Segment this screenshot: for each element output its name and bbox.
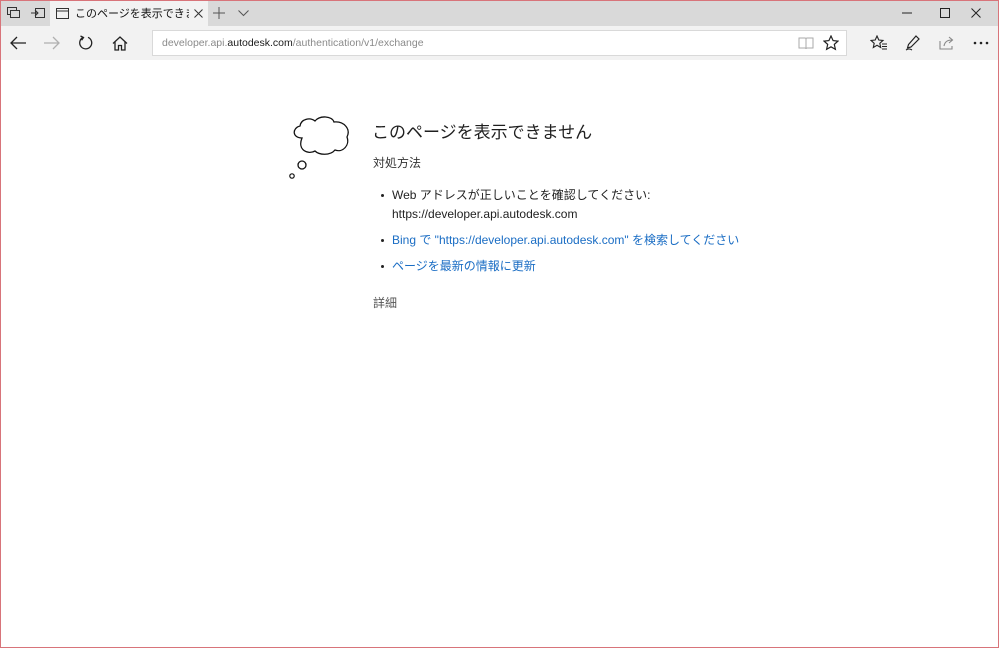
share-icon[interactable] [930, 26, 964, 60]
error-title: このページを表示できません [372, 123, 593, 142]
refresh-icon[interactable] [69, 26, 103, 60]
details-link[interactable]: 詳細 [373, 294, 397, 311]
forward-icon[interactable] [35, 26, 69, 60]
tab-list-icon[interactable] [230, 0, 256, 26]
url-text: developer.api.autodesk.com/authenticatio… [162, 37, 424, 49]
refresh-page-link[interactable]: ページを最新の情報に更新 [380, 258, 840, 275]
reading-view-icon[interactable] [793, 31, 819, 55]
tab-preview-icon[interactable] [1, 0, 27, 26]
suggestion-list: Web アドレスが正しいことを確認してください: https://develop… [380, 187, 840, 275]
navigation-bar: developer.api.autodesk.com/authenticatio… [0, 26, 999, 60]
close-window-icon[interactable] [953, 0, 999, 26]
new-tab-icon[interactable] [206, 0, 232, 26]
more-icon[interactable] [964, 26, 998, 60]
title-bar: このページを表示できません [0, 0, 999, 26]
thought-cloud-icon [288, 115, 354, 181]
set-aside-tabs-icon[interactable] [25, 0, 51, 26]
favorite-star-icon[interactable] [818, 31, 844, 55]
back-icon[interactable] [1, 26, 35, 60]
web-note-icon[interactable] [896, 26, 930, 60]
page-icon [56, 7, 69, 19]
suggestion-check-address: Web アドレスが正しいことを確認してください: https://develop… [380, 187, 840, 223]
tab-title: このページを表示できません [75, 7, 189, 20]
error-subtitle: 対処方法 [373, 156, 422, 170]
bing-search-link[interactable]: Bing で "https://developer.api.autodesk.c… [380, 232, 840, 249]
address-bar[interactable]: developer.api.autodesk.com/authenticatio… [152, 30, 847, 56]
favorites-hub-icon[interactable] [862, 26, 896, 60]
tab-active[interactable]: このページを表示できません [50, 0, 208, 26]
home-icon[interactable] [103, 26, 137, 60]
error-page: このページを表示できません 対処方法 Web アドレスが正しいことを確認してくだ… [0, 60, 999, 648]
